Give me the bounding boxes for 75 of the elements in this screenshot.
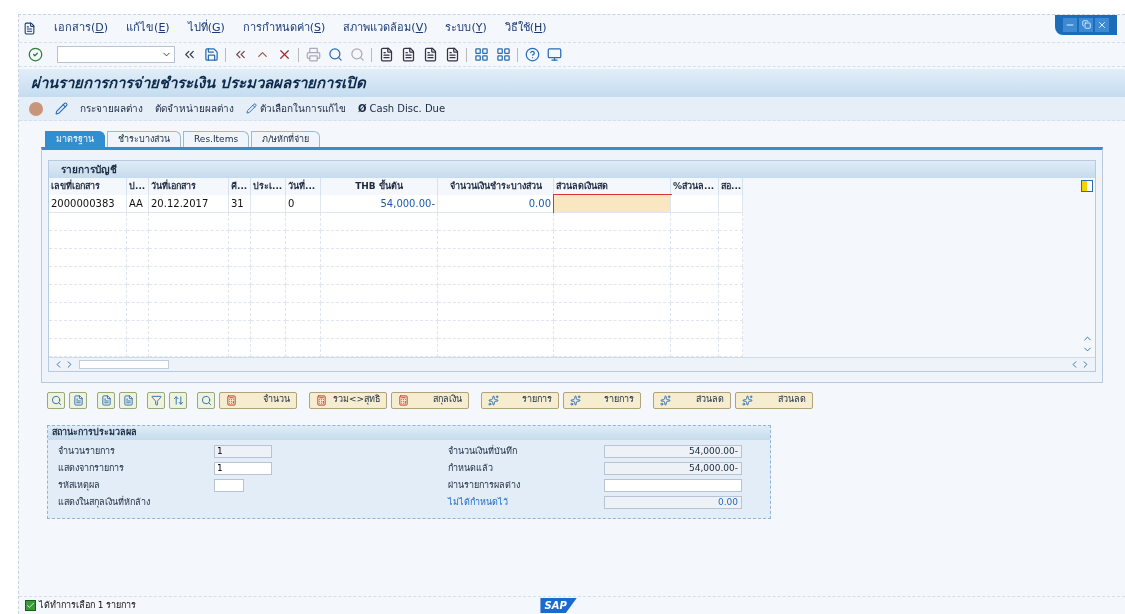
search-icon[interactable] xyxy=(327,46,343,63)
toolbar-button[interactable]: ตัวเลือกในการแก้ไข xyxy=(246,101,346,116)
field-label: จำนวนรายการ xyxy=(58,444,116,458)
input-field[interactable] xyxy=(604,479,742,492)
labeled-button[interactable]: ส่วนลด xyxy=(735,391,814,409)
calculator-icon[interactable] xyxy=(398,394,410,406)
tab[interactable]: ภ/ษหักที่จ่าย xyxy=(251,131,321,147)
sap-logo: SAP xyxy=(540,598,577,613)
field-label: แสดงในสกุลเงินที่หักล้าง xyxy=(58,495,151,510)
status-message: ได้ทำการเลือก 1 รายการ xyxy=(39,598,137,612)
table-cell: 2000000383 xyxy=(49,195,127,214)
wand-icon[interactable] xyxy=(570,394,582,406)
pencil-icon[interactable] xyxy=(246,103,257,114)
field-label: ไม่ได้กำหนดไว้ xyxy=(448,495,509,509)
wand-icon[interactable] xyxy=(742,394,754,406)
menu-item[interactable]: เอกสาร(D) xyxy=(54,20,109,37)
close-icon[interactable] xyxy=(1095,17,1109,32)
menu-icon[interactable] xyxy=(23,22,36,35)
edit-icon[interactable] xyxy=(55,102,68,115)
labeled-button[interactable]: ส่วนลด xyxy=(653,391,732,409)
tab[interactable]: มาตรฐาน xyxy=(45,131,105,147)
calculator-icon[interactable] xyxy=(226,394,237,406)
minimize-icon[interactable] xyxy=(1063,17,1077,32)
toolbar-button[interactable]: Ø Cash Disc. Due xyxy=(358,101,446,116)
wand-icon[interactable] xyxy=(488,394,500,406)
table-cell: 0.00 xyxy=(438,195,554,214)
field-label: รหัสเหตุผล xyxy=(58,478,101,493)
table-title: รายการบัญชี xyxy=(61,163,117,178)
field-label: จำนวนเงินที่บันทึก xyxy=(448,444,518,458)
menu-item[interactable]: การกำหนดค่า(S) xyxy=(242,20,326,37)
empty-set-icon[interactable]: Ø xyxy=(358,101,367,116)
labeled-button[interactable]: รายการ xyxy=(563,391,642,409)
wand-icon[interactable] xyxy=(660,394,672,406)
restore-icon[interactable] xyxy=(1079,17,1093,32)
toolbar-button[interactable]: กระจายผลต่าง xyxy=(80,101,143,116)
table-cell: AA xyxy=(127,195,149,214)
group-title: สถานะการประมวลผล xyxy=(52,426,137,440)
table-cell: 54,000.00- xyxy=(321,195,438,214)
table-cell: 20.12.2017 xyxy=(149,195,229,214)
field-label: กำหนดแล้ว xyxy=(448,461,494,475)
scrollbar[interactable] xyxy=(79,360,169,370)
labeled-button[interactable]: สกุลเงิน xyxy=(391,391,470,409)
readonly-field: 54,000.00- xyxy=(604,462,742,475)
calculator-icon[interactable] xyxy=(316,394,327,406)
menu-item[interactable]: วิธีใช้(H) xyxy=(504,20,547,37)
field-label: ผ่านรายการผลต่าง xyxy=(448,478,521,492)
table-cell: 0 xyxy=(286,195,321,214)
screen-title: ผ่านรายการการจ่ายชำระเงิน ประมวลผลรายการเปิด xyxy=(31,72,367,94)
menu-item[interactable]: สภาพแวดล้อม(V) xyxy=(343,20,428,37)
input-field[interactable]: 1 xyxy=(214,462,272,475)
tab[interactable]: Res.Items xyxy=(183,131,250,147)
menu-item[interactable]: ระบบ(Y) xyxy=(445,20,487,37)
menu-item[interactable]: แก้ไข(E) xyxy=(126,20,170,37)
readonly-field: 1 xyxy=(214,445,272,458)
tab[interactable]: ชำระบางส่วน xyxy=(107,131,181,147)
readonly-field: 54,000.00- xyxy=(604,445,742,458)
search-next-icon[interactable] xyxy=(349,46,365,63)
enter-icon[interactable] xyxy=(27,46,43,63)
labeled-button[interactable]: รายการ xyxy=(481,391,560,409)
field-label: แสดงจากรายการ xyxy=(58,461,125,475)
print-icon[interactable] xyxy=(305,46,321,63)
labeled-button[interactable]: รวม<>สุทธิ xyxy=(309,391,388,409)
table-cell: 31 xyxy=(229,195,251,214)
save-icon[interactable] xyxy=(203,46,219,63)
help-icon[interactable] xyxy=(524,46,540,63)
column-settings-icon[interactable] xyxy=(1081,180,1093,193)
monitor-icon[interactable] xyxy=(546,46,562,63)
success-icon xyxy=(25,600,36,611)
input-cell[interactable] xyxy=(554,195,671,214)
input-field[interactable] xyxy=(214,479,244,492)
labeled-button[interactable]: จำนวน xyxy=(219,391,297,409)
readonly-field: 0.00 xyxy=(604,496,742,509)
command-field[interactable] xyxy=(57,46,175,63)
menu-item[interactable]: ไปที่(G) xyxy=(187,20,225,37)
toolbar-button[interactable]: ตัดจำหน่ายผลต่าง xyxy=(155,101,234,116)
